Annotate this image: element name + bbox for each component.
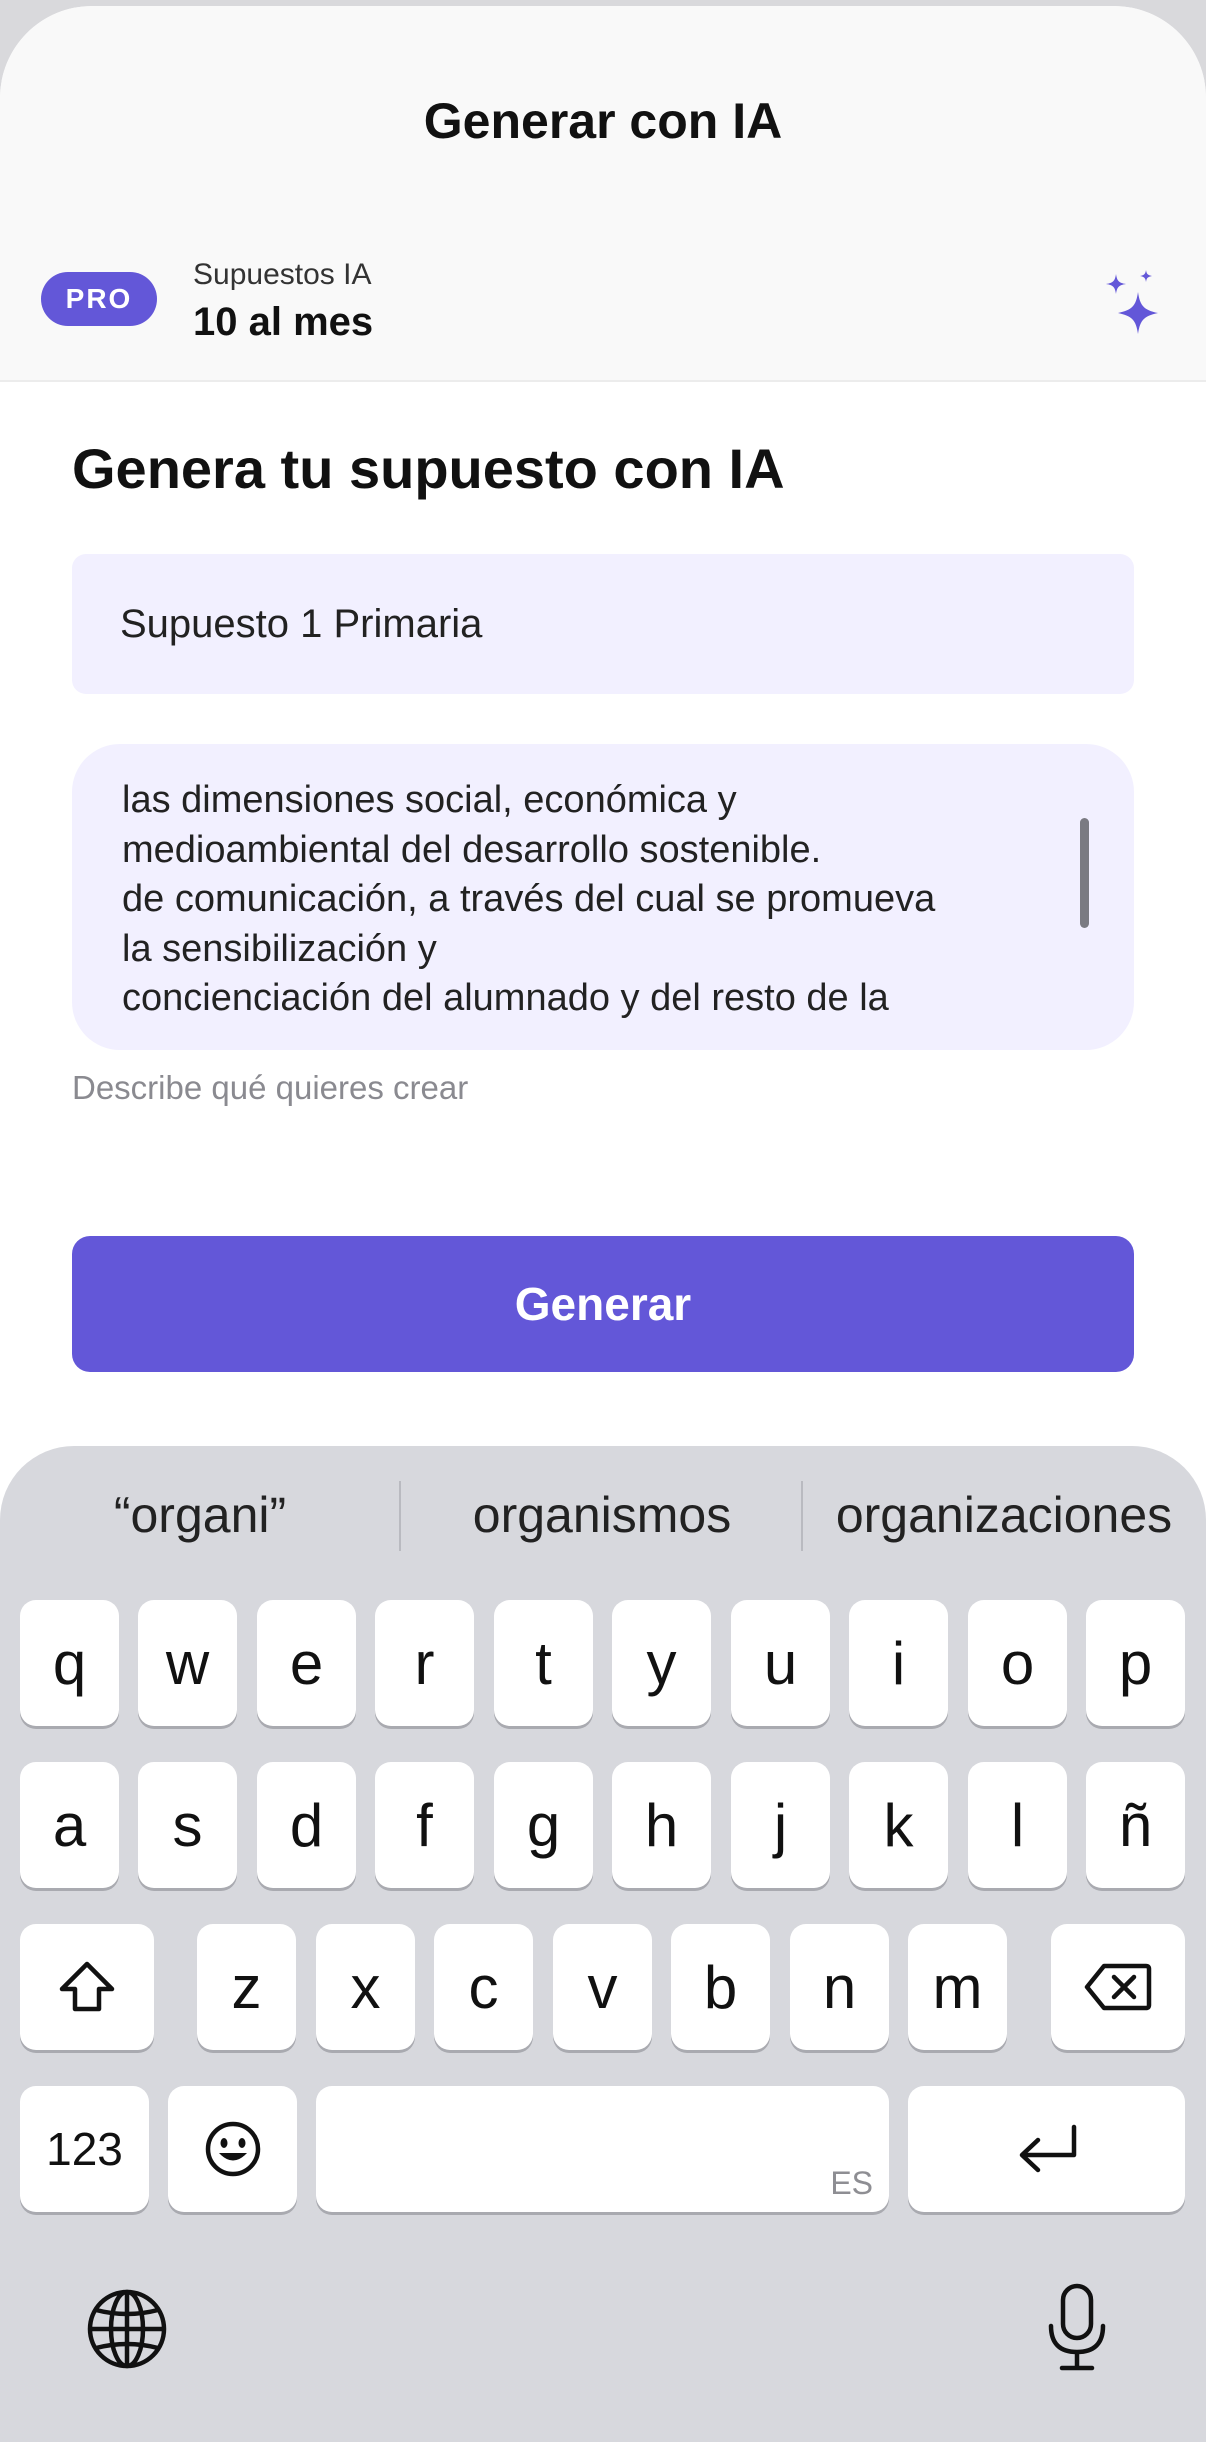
suggestion-divider xyxy=(399,1481,401,1551)
key-y[interactable]: y xyxy=(612,1600,711,1726)
title-input[interactable]: Supuesto 1 Primaria xyxy=(72,554,1134,694)
key-x[interactable]: x xyxy=(316,1924,415,2050)
key-n[interactable]: n xyxy=(790,1924,889,2050)
helper-text: Describe qué quieres crear xyxy=(72,1069,469,1106)
key-f[interactable]: f xyxy=(375,1762,474,1888)
modal-sheet: Generar con IA PRO Supuestos IA 10 al me… xyxy=(0,6,1206,2442)
keyboard: “organi” organismos organizaciones q w e… xyxy=(0,1446,1206,2442)
quota-label: Supuestos IA xyxy=(193,258,372,291)
key-h[interactable]: h xyxy=(612,1762,711,1888)
description-line: de comunicación, a través del cual se pr… xyxy=(122,878,936,920)
numbers-key[interactable]: 123 xyxy=(20,2086,149,2212)
key-j[interactable]: j xyxy=(731,1762,830,1888)
sparkles-icon xyxy=(1106,270,1158,334)
keyboard-language-label: ES xyxy=(830,2165,873,2201)
quota-value: 10 al mes xyxy=(193,300,374,344)
key-e[interactable]: e xyxy=(257,1600,356,1726)
description-line: medioambiental del desarrollo sostenible… xyxy=(122,828,822,871)
key-r[interactable]: r xyxy=(375,1600,474,1726)
shift-icon xyxy=(59,1961,115,2012)
suggestion-item[interactable]: organismos xyxy=(402,1486,802,1544)
return-icon xyxy=(1019,2124,1076,2173)
key-k[interactable]: k xyxy=(849,1762,948,1888)
key-b[interactable]: b xyxy=(671,1924,770,2050)
suggestion-item[interactable]: organizaciones xyxy=(804,1486,1204,1544)
textarea-scrollbar[interactable] xyxy=(1080,818,1089,928)
key-m[interactable]: m xyxy=(908,1924,1007,2050)
generate-button[interactable]: Generar xyxy=(72,1236,1134,1372)
globe-icon[interactable] xyxy=(86,2288,168,2370)
key-d[interactable]: d xyxy=(257,1762,356,1888)
suggestion-divider xyxy=(801,1481,803,1551)
backspace-key[interactable] xyxy=(1051,1924,1185,2050)
page-title: Generar con IA xyxy=(423,93,783,149)
space-key[interactable]: ES xyxy=(316,2086,889,2212)
header-bar: Generar con IA PRO Supuestos IA 10 al me… xyxy=(0,6,1206,382)
key-enye[interactable]: ñ xyxy=(1086,1762,1185,1888)
return-key[interactable] xyxy=(908,2086,1185,2212)
key-l[interactable]: l xyxy=(968,1762,1067,1888)
emoji-key[interactable] xyxy=(168,2086,297,2212)
key-u[interactable]: u xyxy=(731,1600,830,1726)
key-t[interactable]: t xyxy=(494,1600,593,1726)
description-line: la sensibilización y xyxy=(122,927,437,970)
key-o[interactable]: o xyxy=(968,1600,1067,1726)
suggestion-item[interactable]: “organi” xyxy=(0,1486,400,1544)
description-line: las dimensiones social, económica y xyxy=(122,779,737,821)
key-q[interactable]: q xyxy=(20,1600,119,1726)
description-textarea[interactable]: las dimensiones social, económica y medi… xyxy=(72,744,1134,1050)
key-i[interactable]: i xyxy=(849,1600,948,1726)
key-a[interactable]: a xyxy=(20,1762,119,1888)
key-w[interactable]: w xyxy=(138,1600,237,1726)
key-z[interactable]: z xyxy=(197,1924,296,2050)
backspace-icon xyxy=(1084,1963,1152,2011)
description-line: concienciación del alumnado y del resto … xyxy=(122,977,889,1019)
key-g[interactable]: g xyxy=(494,1762,593,1888)
key-v[interactable]: v xyxy=(553,1924,652,2050)
key-c[interactable]: c xyxy=(434,1924,533,2050)
form-heading: Genera tu supuesto con IA xyxy=(72,437,785,500)
key-s[interactable]: s xyxy=(138,1762,237,1888)
emoji-icon xyxy=(205,2121,260,2177)
pro-badge: PRO xyxy=(41,272,157,326)
key-p[interactable]: p xyxy=(1086,1600,1185,1726)
microphone-icon[interactable] xyxy=(1044,2282,1110,2374)
shift-key[interactable] xyxy=(20,1924,154,2050)
